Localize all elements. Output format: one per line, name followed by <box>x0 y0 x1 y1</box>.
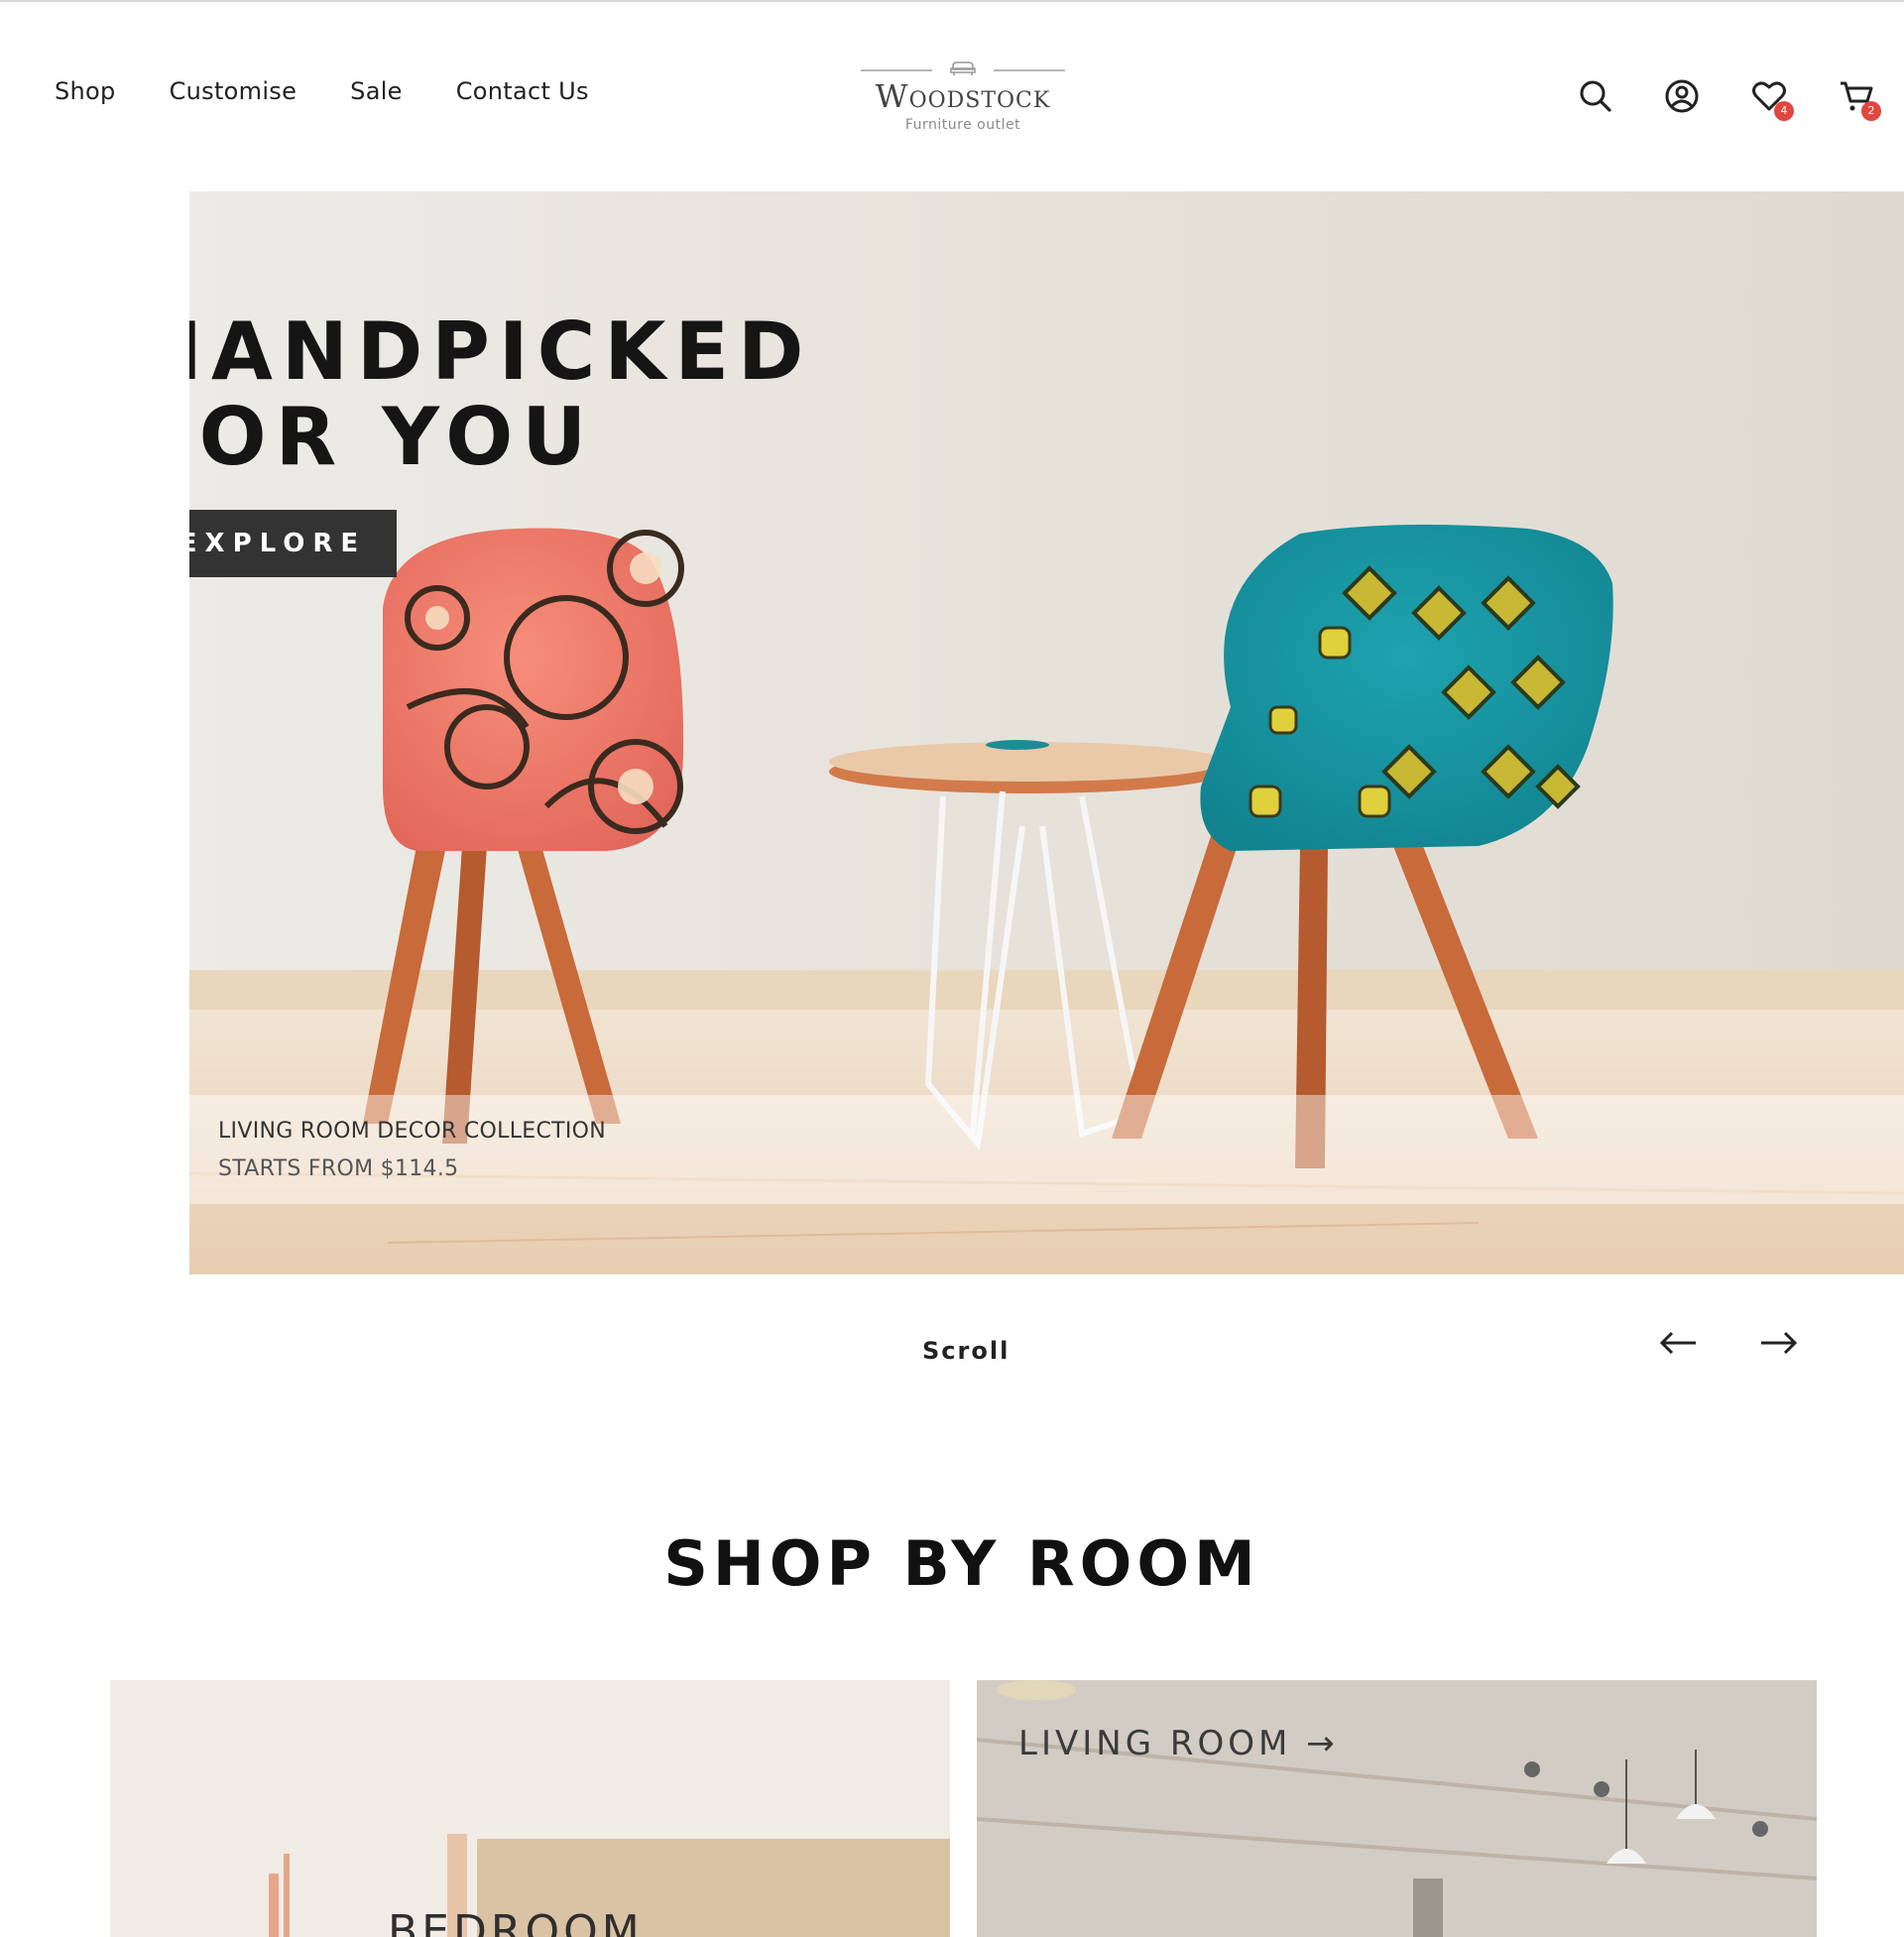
hero-title-line1: HANDPICKED <box>189 305 813 398</box>
logo-rule-left <box>861 69 932 71</box>
room-label-bedroom: BEDROOM <box>388 1906 644 1937</box>
cart-button[interactable]: 2 <box>1838 77 1881 121</box>
logo-tagline: Furniture outlet <box>904 117 1021 133</box>
brand-logo[interactable]: Woodstock Furniture outlet <box>859 56 1067 139</box>
account-button[interactable] <box>1663 77 1701 115</box>
room-label-living-room: LIVING ROOM → <box>1018 1724 1339 1763</box>
hero-title-line2: FOR YOU <box>189 391 596 483</box>
scroll-label: Scroll <box>922 1337 1011 1365</box>
site-header: Shop Customise Sale Contact Us Woodstock… <box>0 0 1904 188</box>
wishlist-button[interactable]: 4 <box>1750 77 1794 121</box>
nav-item-contact-us[interactable]: Contact Us <box>456 77 589 105</box>
cart-count-badge: 2 <box>1861 101 1881 121</box>
collection-name: LIVING ROOM DECOR COLLECTION <box>218 1119 607 1144</box>
carousel-prev-button[interactable] <box>1656 1325 1702 1361</box>
main-nav: Shop Customise Sale Contact Us <box>55 77 589 105</box>
bedroom-image <box>110 1680 950 1937</box>
wishlist-count-badge: 4 <box>1774 101 1794 121</box>
room-card-bedroom[interactable]: BEDROOM <box>110 1680 950 1937</box>
section-title-shop-by-room: SHOP BY ROOM <box>663 1527 1260 1600</box>
search-button[interactable] <box>1577 77 1614 115</box>
arrow-right-icon <box>1761 1331 1798 1355</box>
hero-caption: LIVING ROOM DECOR COLLECTION STARTS FROM… <box>189 1095 1904 1204</box>
hero-title: HANDPICKED FOR YOU <box>189 309 812 480</box>
arrow-left-icon <box>1659 1331 1696 1355</box>
sofa-icon <box>950 61 976 75</box>
collection-price: STARTS FROM $114.5 <box>218 1156 459 1181</box>
nav-item-shop[interactable]: Shop <box>55 77 116 105</box>
room-card-living-room[interactable]: LIVING ROOM → <box>977 1680 1817 1937</box>
search-icon <box>1580 80 1611 112</box>
explore-button[interactable]: EXPLORE <box>189 510 397 577</box>
nav-item-customise[interactable]: Customise <box>170 77 298 105</box>
carousel-next-button[interactable] <box>1755 1325 1801 1361</box>
nav-item-sale[interactable]: Sale <box>350 77 403 105</box>
living-room-image <box>977 1680 1817 1937</box>
logo-rule-right <box>994 69 1065 71</box>
logo-name: Woodstock <box>875 77 1051 115</box>
user-circle-icon <box>1665 79 1699 113</box>
